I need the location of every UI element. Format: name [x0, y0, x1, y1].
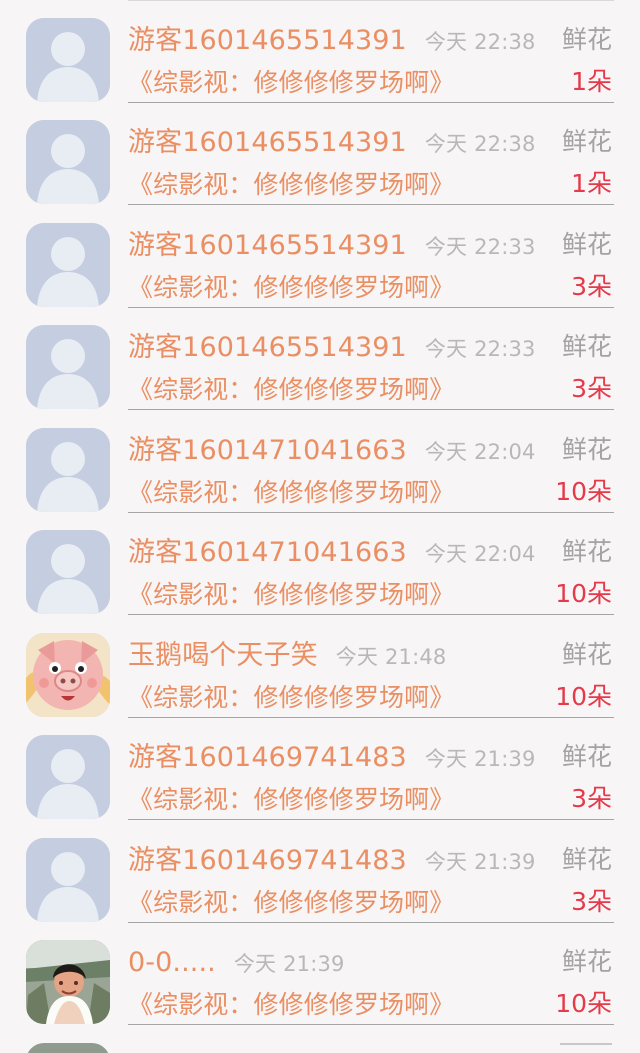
gift-label: 鲜花	[561, 947, 612, 976]
default-user-icon[interactable]	[26, 530, 110, 614]
username[interactable]: 游客1601469741483	[128, 843, 407, 879]
partial-list-item[interactable]	[0, 1038, 640, 1053]
list-item[interactable]: 游客1601469741483 今天 21:39 鲜花 《综影视：修修修修罗场啊…	[0, 820, 640, 923]
timestamp: 今天 22:33	[424, 337, 536, 361]
user-meta: 0-0..... 今天 21:39	[128, 945, 345, 983]
timestamp: 今天 21:39	[233, 952, 345, 976]
user-meta: 游客1601465514391 今天 22:33	[128, 330, 536, 368]
user-meta: 游客1601465514391 今天 22:38	[128, 125, 536, 163]
gift-count: 3朵	[571, 784, 612, 813]
username[interactable]: 游客1601471041663	[128, 433, 407, 469]
list-item[interactable]: 游客1601465514391 今天 22:33 鲜花 《综影视：修修修修罗场啊…	[0, 205, 640, 308]
cartoon-pig-avatar-icon[interactable]	[26, 633, 110, 717]
user-meta: 玉鹅喝个天子笑 今天 21:48	[128, 638, 447, 676]
gift-label: 鲜花	[561, 332, 612, 361]
user-meta: 游客1601471041663 今天 22:04	[128, 535, 536, 573]
book-title[interactable]: 《综影视：修修修修罗场啊》	[128, 66, 454, 100]
timestamp: 今天 22:38	[424, 30, 536, 54]
gift-count: 3朵	[571, 887, 612, 916]
gift-count: 10朵	[555, 477, 612, 506]
list-item[interactable]: 游客1601471041663 今天 22:04 鲜花 《综影视：修修修修罗场啊…	[0, 512, 640, 615]
gift-count: 10朵	[555, 579, 612, 608]
gift-count: 1朵	[571, 169, 612, 198]
list-item[interactable]: 0-0..... 今天 21:39 鲜花 《综影视：修修修修罗场啊》 10朵	[0, 922, 640, 1025]
list-item[interactable]: 游客1601471041663 今天 22:04 鲜花 《综影视：修修修修罗场啊…	[0, 410, 640, 513]
default-user-icon[interactable]	[26, 735, 110, 819]
gift-label: 鲜花	[561, 537, 612, 566]
default-user-icon[interactable]	[26, 120, 110, 204]
book-title[interactable]: 《综影视：修修修修罗场啊》	[128, 681, 454, 715]
list-item[interactable]: 游客1601465514391 今天 22:33 鲜花 《综影视：修修修修罗场啊…	[0, 307, 640, 410]
gift-label: 鲜花	[561, 640, 612, 669]
gift-count: 10朵	[555, 989, 612, 1018]
row-divider	[128, 1024, 614, 1025]
gift-count: 3朵	[571, 272, 612, 301]
timestamp: 今天 21:39	[424, 850, 536, 874]
gift-label: 鲜花	[561, 742, 612, 771]
timestamp: 今天 22:38	[424, 132, 536, 156]
book-title[interactable]: 《综影视：修修修修罗场啊》	[128, 168, 454, 202]
username[interactable]: 游客1601471041663	[128, 535, 407, 571]
gift-records-screen: 游客1601465514391 今天 22:38 鲜花 《综影视：修修修修罗场啊…	[0, 0, 640, 1053]
username[interactable]: 游客1601465514391	[128, 228, 407, 264]
gift-label: 鲜花	[561, 230, 612, 259]
photo-avatar-icon[interactable]	[26, 940, 110, 1024]
gift-label: 鲜花	[561, 127, 612, 156]
gift-count: 3朵	[571, 374, 612, 403]
user-meta: 游客1601465514391 今天 22:33	[128, 228, 536, 266]
book-title[interactable]: 《综影视：修修修修罗场啊》	[128, 373, 454, 407]
timestamp: 今天 21:39	[424, 747, 536, 771]
username[interactable]: 游客1601465514391	[128, 125, 407, 161]
gift-label: 鲜花	[561, 845, 612, 874]
timestamp: 今天 21:48	[335, 645, 447, 669]
username[interactable]: 0-0.....	[128, 945, 216, 981]
timestamp: 今天 22:04	[424, 542, 536, 566]
gift-count: 10朵	[555, 682, 612, 711]
username[interactable]: 游客1601469741483	[128, 740, 407, 776]
book-title[interactable]: 《综影视：修修修修罗场啊》	[128, 271, 454, 305]
user-meta: 游客1601469741483 今天 21:39	[128, 843, 536, 881]
gift-label-fragment	[560, 1043, 612, 1053]
timestamp: 今天 22:04	[424, 440, 536, 464]
user-meta: 游客1601469741483 今天 21:39	[128, 740, 536, 778]
gift-count: 1朵	[571, 67, 612, 96]
list-item[interactable]: 玉鹅喝个天子笑 今天 21:48 鲜花 《综影视：修修修修罗场啊》 10朵	[0, 615, 640, 718]
default-user-icon[interactable]	[26, 428, 110, 512]
timestamp: 今天 22:33	[424, 235, 536, 259]
book-title[interactable]: 《综影视：修修修修罗场啊》	[128, 988, 454, 1022]
default-user-icon[interactable]	[26, 223, 110, 307]
username[interactable]: 游客1601465514391	[128, 23, 407, 59]
default-user-icon[interactable]	[26, 325, 110, 409]
default-user-icon[interactable]	[26, 838, 110, 922]
book-title[interactable]: 《综影视：修修修修罗场啊》	[128, 886, 454, 920]
user-meta: 游客1601465514391 今天 22:38	[128, 23, 536, 61]
book-title[interactable]: 《综影视：修修修修罗场啊》	[128, 578, 454, 612]
list-item[interactable]: 游客1601465514391 今天 22:38 鲜花 《综影视：修修修修罗场啊…	[0, 102, 640, 205]
avatar-icon[interactable]	[26, 1043, 110, 1053]
book-title[interactable]: 《综影视：修修修修罗场啊》	[128, 783, 454, 817]
default-user-icon[interactable]	[26, 18, 110, 102]
user-meta: 游客1601471041663 今天 22:04	[128, 433, 536, 471]
list-item[interactable]: 游客1601465514391 今天 22:38 鲜花 《综影视：修修修修罗场啊…	[0, 0, 640, 103]
book-title[interactable]: 《综影视：修修修修罗场啊》	[128, 476, 454, 510]
username[interactable]: 玉鹅喝个天子笑	[128, 638, 318, 674]
gift-label: 鲜花	[561, 25, 612, 54]
gift-label: 鲜花	[561, 435, 612, 464]
username[interactable]: 游客1601465514391	[128, 330, 407, 366]
list-item[interactable]: 游客1601469741483 今天 21:39 鲜花 《综影视：修修修修罗场啊…	[0, 717, 640, 820]
